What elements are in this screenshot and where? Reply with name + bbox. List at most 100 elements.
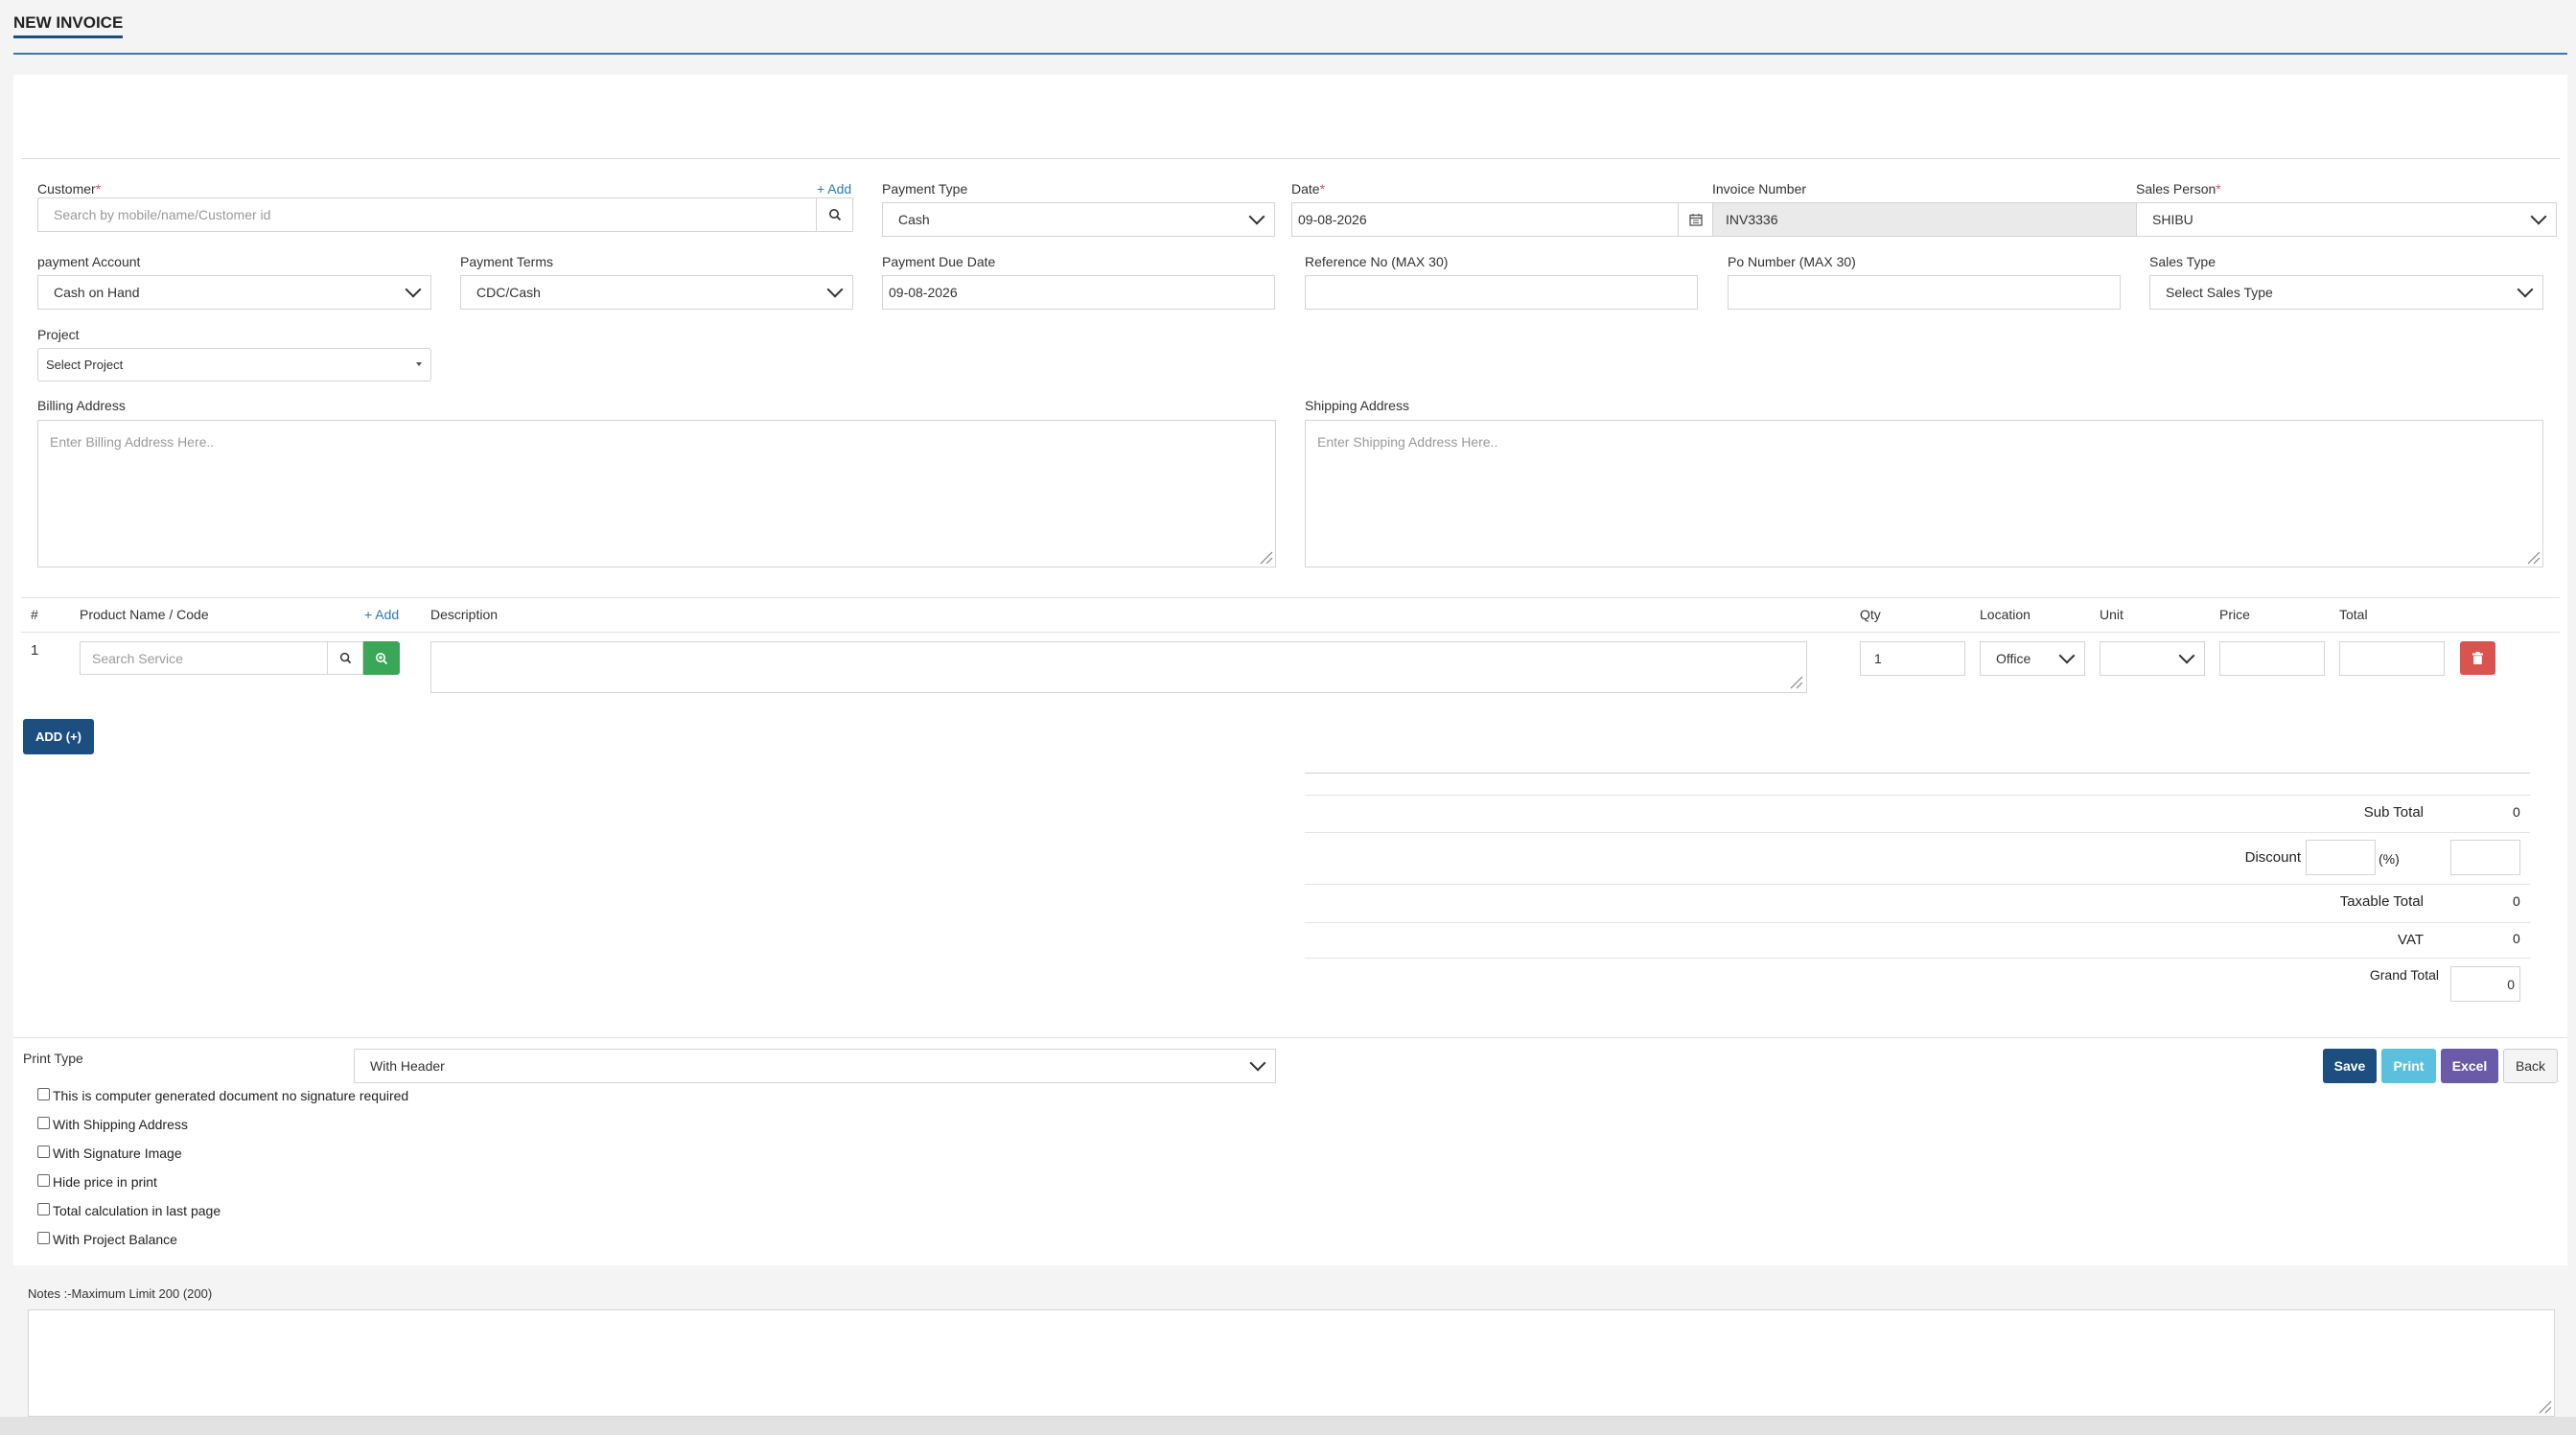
delete-row-button[interactable] [2460, 641, 2495, 675]
taxable-total-value: 0 [2513, 893, 2520, 909]
price-input[interactable] [2219, 641, 2325, 676]
resize-handle-icon[interactable] [2524, 548, 2541, 566]
totals-row-rule [1305, 795, 2530, 796]
resize-handle-icon[interactable] [1257, 548, 1274, 566]
payment-type-select[interactable]: Cash [882, 202, 1275, 237]
shipping-address-label: Shipping Address [1305, 398, 1409, 413]
customer-search-button[interactable] [816, 197, 853, 232]
col-header-price: Price [2219, 607, 2250, 622]
qty-input[interactable]: 1 [1860, 641, 1965, 676]
notes-label: Notes :-Maximum Limit 200 (200) [28, 1286, 213, 1301]
po-number-label: Po Number (MAX 30) [1728, 254, 1856, 269]
payment-account-label: payment Account [37, 254, 141, 269]
print-type-select[interactable]: With Header [354, 1049, 1276, 1083]
payment-terms-select[interactable]: CDC/Cash [460, 275, 853, 310]
resize-handle-icon[interactable] [2536, 1398, 2553, 1415]
total-input[interactable] [2339, 641, 2445, 676]
unit-select[interactable] [2100, 641, 2205, 676]
chevron-down-icon [826, 281, 844, 298]
caret-down-icon [416, 362, 422, 366]
header-rule [13, 53, 2567, 55]
calendar-icon [1689, 214, 1703, 226]
page-title: NEW INVOICE [13, 13, 124, 38]
col-header-total: Total [2339, 607, 2368, 622]
add-customer-link[interactable]: + Add [817, 181, 851, 197]
col-header-unit: Unit [2100, 607, 2123, 622]
description-textarea[interactable] [430, 641, 1807, 693]
payment-type-label: Payment Type [882, 181, 968, 197]
project-label: Project [37, 327, 80, 342]
chevron-down-icon [2530, 208, 2547, 225]
table-header-rule [21, 632, 2560, 633]
sales-person-select[interactable]: SHIBU [2136, 202, 2557, 237]
col-header-product: Product Name / Code [80, 607, 209, 622]
notes-textarea[interactable] [28, 1309, 2555, 1417]
col-header-description: Description [430, 607, 499, 622]
totals-row-rule [1305, 884, 2530, 885]
grand-total-label: Grand Total [2369, 967, 2439, 983]
discount-percent-input[interactable] [2306, 840, 2376, 875]
chevron-down-icon [2058, 647, 2076, 664]
reference-no-input[interactable] [1305, 275, 1698, 310]
print-type-label: Print Type [23, 1051, 83, 1066]
totals-row-rule [1305, 832, 2530, 833]
discount-amount-input[interactable] [2450, 840, 2520, 875]
sales-type-label: Sales Type [2149, 254, 2216, 269]
add-row-button[interactable]: ADD (+) [23, 719, 94, 754]
totals-top-rule [1305, 773, 2530, 774]
col-header-num: # [31, 607, 38, 622]
vat-value: 0 [2513, 931, 2520, 946]
back-button[interactable]: Back [2503, 1049, 2558, 1083]
product-lookup-button[interactable] [363, 641, 400, 675]
chevron-down-icon [405, 281, 422, 298]
chevron-down-icon [1249, 1054, 1266, 1072]
payment-account-select[interactable]: Cash on Hand [37, 275, 431, 310]
date-label: Date* [1291, 181, 1326, 197]
chevron-down-icon [2178, 647, 2195, 664]
customer-label: Customer* [37, 181, 102, 197]
grand-total-input: 0 [2450, 966, 2520, 1002]
po-number-input[interactable] [1728, 275, 2121, 310]
date-picker-button[interactable] [1678, 202, 1714, 237]
col-header-qty: Qty [1860, 607, 1881, 622]
discount-percent-suffix: (%) [2379, 851, 2400, 867]
project-select[interactable]: Select Project [37, 348, 431, 382]
search-icon [339, 652, 351, 664]
zoom-in-icon [376, 652, 388, 664]
taxable-total-label: Taxable Total [2339, 893, 2424, 910]
product-search-input[interactable]: Search Service [80, 641, 328, 675]
invoice-number-input: INV3336 [1712, 202, 2137, 237]
billing-address-textarea[interactable]: Enter Billing Address Here.. [37, 420, 1276, 567]
print-section-rule [13, 1037, 2567, 1038]
customer-search-input[interactable]: Search by mobile/name/Customer id [37, 197, 817, 232]
resize-handle-icon[interactable] [1787, 673, 1804, 690]
location-select[interactable]: Office [1980, 641, 2085, 676]
payment-due-date-input[interactable]: 09-08-2026 [882, 275, 1275, 310]
print-button[interactable]: Print [2381, 1049, 2436, 1083]
totals-row-rule [1305, 958, 2530, 959]
date-input[interactable]: 09-08-2026 [1291, 202, 1679, 237]
add-product-link[interactable]: + Add [364, 607, 399, 622]
sub-total-label: Sub Total [2363, 804, 2424, 821]
sales-type-select[interactable]: Select Sales Type [2149, 275, 2543, 310]
col-header-location: Location [1980, 607, 2031, 622]
sales-person-label: Sales Person* [2136, 181, 2221, 197]
panel-divider [21, 158, 2560, 159]
shipping-address-textarea[interactable]: Enter Shipping Address Here.. [1305, 420, 2543, 567]
sub-total-value: 0 [2513, 804, 2520, 820]
table-top-rule [21, 597, 2560, 598]
payment-terms-label: Payment Terms [460, 254, 553, 269]
chevron-down-icon [1248, 208, 1265, 225]
horizontal-scrollbar[interactable] [0, 1417, 2576, 1435]
invoice-number-label: Invoice Number [1712, 181, 1807, 197]
product-search-button[interactable] [327, 641, 363, 675]
excel-button[interactable]: Excel [2441, 1049, 2498, 1083]
save-button[interactable]: Save [2323, 1049, 2377, 1083]
search-icon [828, 209, 841, 221]
payment-due-date-label: Payment Due Date [882, 254, 996, 269]
chevron-down-icon [2517, 281, 2534, 298]
row-number: 1 [31, 642, 39, 659]
billing-address-label: Billing Address [37, 398, 126, 413]
vat-label: VAT [2398, 932, 2424, 948]
trash-icon [2472, 652, 2483, 664]
